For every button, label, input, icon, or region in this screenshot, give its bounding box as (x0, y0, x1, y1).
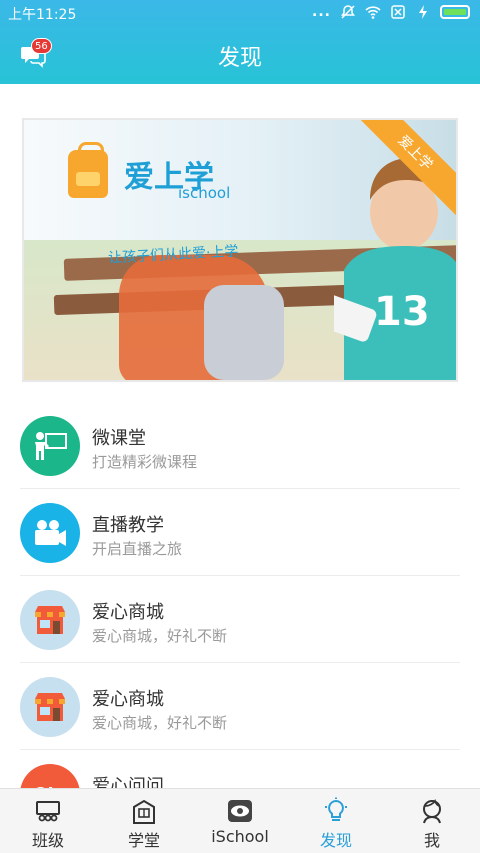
banner-logo-en: ischool (178, 184, 231, 202)
bottom-tab-bar: 班级 学堂 iSchool 发现 我 (0, 788, 480, 853)
tab-ischool[interactable]: iSchool (192, 789, 288, 853)
list-item-title: 微课堂 (92, 428, 146, 449)
tab-label: 发现 (319, 831, 352, 850)
header: 上午11:25 ... 56 发现 (0, 0, 480, 84)
tab-me[interactable]: 我 (384, 789, 480, 853)
shop-icon (20, 590, 80, 650)
tab-label: 我 (423, 831, 440, 850)
list-item-charity-mall[interactable]: 爱心商城 爱心商城，好礼不断 (0, 576, 480, 663)
school-icon (133, 799, 155, 824)
list-item-live-teaching[interactable]: 直播教学 开启直播之旅 (0, 489, 480, 576)
tab-label: 班级 (31, 831, 64, 850)
wifi-icon (365, 6, 381, 19)
discover-list: 微课堂 打造精彩微课程 直播教学 开启直播之旅 爱心商城 爱心商城，好礼不断 爱… (0, 402, 480, 837)
tab-discover[interactable]: 发现 (288, 789, 384, 853)
class-icon (36, 801, 60, 822)
mute-icon (341, 5, 355, 19)
tab-label: iSchool (211, 827, 269, 846)
status-icons: ... (312, 4, 470, 20)
teacher-icon (20, 416, 80, 476)
list-item-desc: 爱心商城，好礼不断 (92, 627, 228, 645)
shop-icon (20, 677, 80, 737)
list-item-title: 爱心商城 (92, 602, 164, 623)
list-item-desc: 爱心商城，好礼不断 (92, 714, 228, 732)
list-item-charity-mall-2[interactable]: 爱心商城 爱心商城，好礼不断 (0, 663, 480, 750)
svg-text:13: 13 (374, 289, 430, 335)
tab-school[interactable]: 学堂 (96, 789, 192, 853)
list-item-title: 直播教学 (92, 515, 164, 536)
list-item-title: 爱心商城 (92, 689, 164, 710)
bulb-icon (325, 797, 347, 821)
eye-icon (228, 800, 252, 822)
status-time: 上午11:25 (8, 7, 77, 23)
app: 上午11:25 ... 56 发现 13 爱上学 ischool 让孩子们从此爱… (0, 0, 480, 853)
banner-backpack-gray (204, 285, 284, 380)
tab-class[interactable]: 班级 (0, 789, 96, 853)
charging-icon (419, 5, 427, 19)
promo-banner[interactable]: 13 爱上学 ischool 让孩子们从此爱·上学 爱上学 (22, 118, 458, 382)
list-item-desc: 打造精彩微课程 (92, 453, 198, 471)
page-title: 发现 (217, 46, 262, 71)
more-dots: ... (312, 4, 331, 20)
tab-label: 学堂 (127, 831, 160, 850)
list-item-micro-class[interactable]: 微课堂 打造精彩微课程 (0, 402, 480, 489)
no-sim-icon (391, 5, 405, 19)
backpack-icon (68, 142, 108, 198)
battery-icon (440, 5, 470, 19)
person-icon (423, 798, 441, 824)
status-bar: 上午11:25 ... (0, 0, 480, 26)
list-item-desc: 开启直播之旅 (92, 540, 183, 558)
video-camera-icon (20, 503, 80, 563)
